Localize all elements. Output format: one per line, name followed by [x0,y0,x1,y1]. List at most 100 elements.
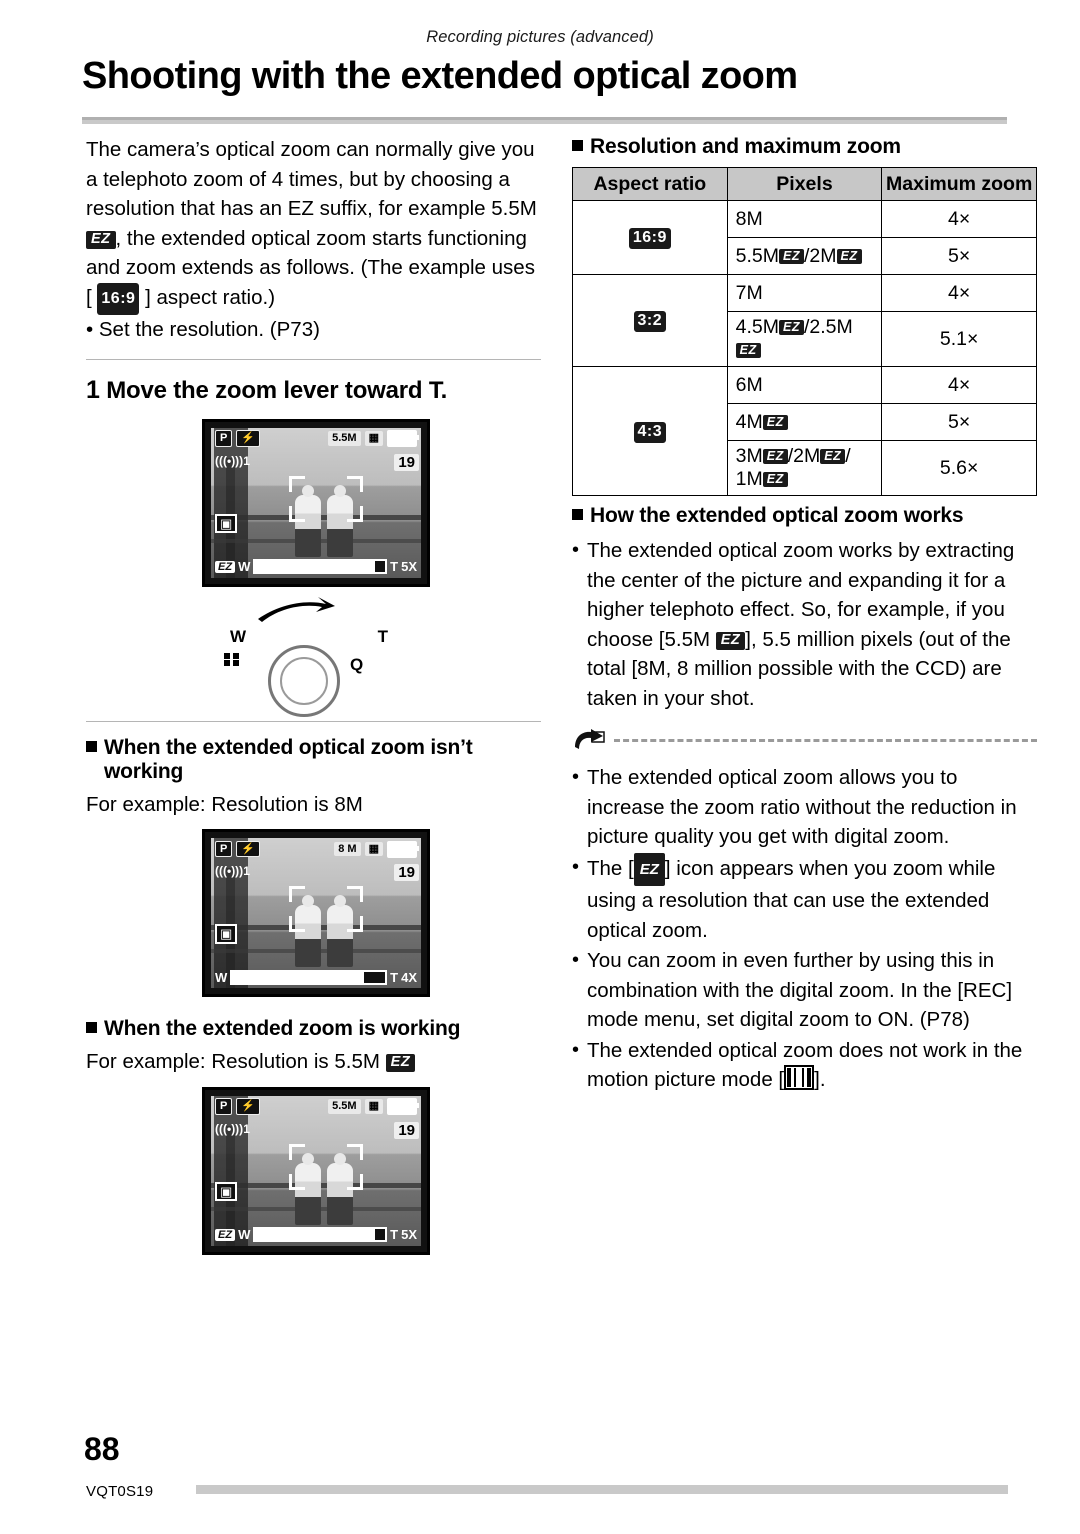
zoom-slider [253,1227,388,1242]
set-resolution-line: • Set the resolution. (P73) [86,318,320,341]
cell-aspect-ratio: 3:2 [572,274,728,367]
note-icon [575,729,605,749]
running-head: Recording pictures (advanced) [426,28,654,46]
notes-list: The extended optical zoom allows you to … [572,763,1037,1095]
divider-2 [86,720,541,722]
camera-scene [211,1095,421,1246]
stabilizer-icon: (((•)))1 [215,1121,250,1136]
page-title: Shooting with the extended optical zoom [82,55,798,97]
zoom-w-label: W [238,1227,251,1242]
ez-badge: EZ [715,631,746,650]
cell-pixels: 6M [726,366,883,404]
flash-icon: ⚡ [236,1098,261,1115]
pixels-text: 6M [735,373,763,396]
document-code: VQT0S19 [86,1483,154,1500]
cell-aspect-ratio: 4:3 [572,366,728,496]
subheading-working: When the extended zoom is working [86,1017,546,1041]
zoom-w-label: W [215,969,228,985]
subheading-not-working: When the extended optical zoom isn’t work… [86,736,546,784]
example-8m: For example: Resolution is 8M [86,792,363,816]
mode-icon: P [215,840,233,858]
bullet-square-icon [86,1022,97,1033]
aspect-ratio-badge: 4:3 [633,421,667,443]
pixels-text: 4.5M [735,316,780,338]
subheading-not-working-line1: When the extended optical zoom isn’t [104,735,473,759]
list-item: The [EZ] icon appears when you zoom whil… [572,852,1037,946]
cell-pixels: 4.5M EZ/2.5MEZ [726,311,883,367]
heading-how-it-works-text: How the extended optical zoom works [590,504,964,527]
title-rule [82,117,1007,124]
pixels-text: 8M [735,207,763,230]
th-max-zoom: Maximum zoom [881,167,1037,201]
pixels-text: 5.5M [735,244,780,267]
mode-icon: P [215,1098,233,1115]
cell-pixels: 5.5M EZ/2M EZ [726,237,883,275]
pixels-text: 4M [735,410,763,433]
af-frame-icon [289,1143,363,1190]
table-row: 16:9 8M 4× [572,200,1037,275]
ez-icon: EZ [215,1228,236,1241]
ez-badge: EZ [836,248,862,264]
camera-top-bar: P ⚡ 8 M ▦ [211,838,421,860]
camera-top-bar: P ⚡ 5.5M ▦ [211,1096,421,1118]
right-column: Resolution and maximum zoom Aspect ratio… [572,135,1037,1096]
quality-icon: ▦ [364,1099,383,1114]
lever-ring [268,644,340,717]
table-row: 4:3 6M 4× [572,366,1037,496]
camera-scene [211,838,421,988]
flash-icon: ⚡ [236,430,261,447]
wide-icon [224,652,239,666]
list-item: You can zoom in even further by using th… [572,946,1037,1035]
quality-icon: ▦ [364,841,383,857]
metering-icon: ▣ [215,513,238,534]
zoom-factor: 4X [401,969,417,985]
scene-tree [214,1095,248,1246]
th-pixels: Pixels [726,167,883,201]
intro-text-a: The camera’s optical zoom can normally g… [86,138,537,220]
table-header-row: Aspect ratio Pixels Maximum zoom [572,167,1037,201]
ez-badge: EZ [779,320,804,336]
quality-icon: ▦ [364,431,383,446]
heading-resolution-table-text: Resolution and maximum zoom [590,135,901,158]
zoom-slider [230,969,388,985]
cell-pixels: 8M [726,200,883,238]
resolution-chip: 8 M [334,841,361,857]
cell-max-zoom: 5.6× [881,440,1037,496]
camera-screen-1: P ⚡ 5.5M ▦ (((•)))1 19 ▣ EZ W T 5X [202,418,430,587]
af-frame-icon [289,886,363,932]
cell-max-zoom: 5.1× [881,311,1037,367]
zoom-bar-3: EZ W T 5X [211,1225,421,1245]
ez-icon: EZ [215,560,236,573]
resolution-table: Aspect ratio Pixels Maximum zoom 16:9 8M 4… [572,167,1037,496]
cell-max-zoom: 4× [881,200,1037,238]
stabilizer-icon: (((•)))1 [215,864,250,878]
cell-pixels: 3M EZ/2M EZ/1M EZ [726,440,883,496]
ez-badge: EZ [779,248,804,264]
shots-remaining: 19 [394,1121,419,1139]
subheading-not-working-line2: working [104,759,184,783]
list-item: The extended optical zoom works by extra… [572,536,1037,713]
heading-resolution-table: Resolution and maximum zoom [572,135,1037,159]
shots-remaining: 19 [394,453,419,471]
camera-screen-3: P ⚡ 5.5M ▦ (((•)))1 19 ▣ EZ W T 5X [202,1086,430,1255]
ez-badge: EZ [86,230,116,249]
example-55m: For example: Resolution is 5.5M EZ [86,1047,546,1077]
aspect-ratio-badge: 3:2 [633,311,667,332]
footer-rule [196,1485,1008,1494]
camera-top-bar: P ⚡ 5.5M ▦ [211,428,421,450]
ez-badge: EZ [385,1054,416,1073]
af-frame-icon [289,475,363,522]
flash-icon: ⚡ [236,840,261,858]
step-1-text: Move the zoom lever toward T. [106,376,448,404]
intro-text-c: ] aspect ratio.) [139,285,276,309]
cell-pixels: 4M EZ [726,403,883,441]
metering-icon: ▣ [215,1181,238,1202]
movie-mode-icon [784,1065,815,1090]
zoom-t-label: T [390,969,399,985]
zoom-w-label: W [238,559,251,574]
intro-paragraph: The camera’s optical zoom can normally g… [86,135,541,315]
ez-badge: EZ [735,343,761,359]
table-body: 16:9 8M 4× 5.5M EZ/2M EZ 5× 3:2 7M 4× 4.5M EZ/2.5ME… [572,200,1037,496]
battery-icon [387,1098,419,1115]
battery-icon [387,430,419,447]
